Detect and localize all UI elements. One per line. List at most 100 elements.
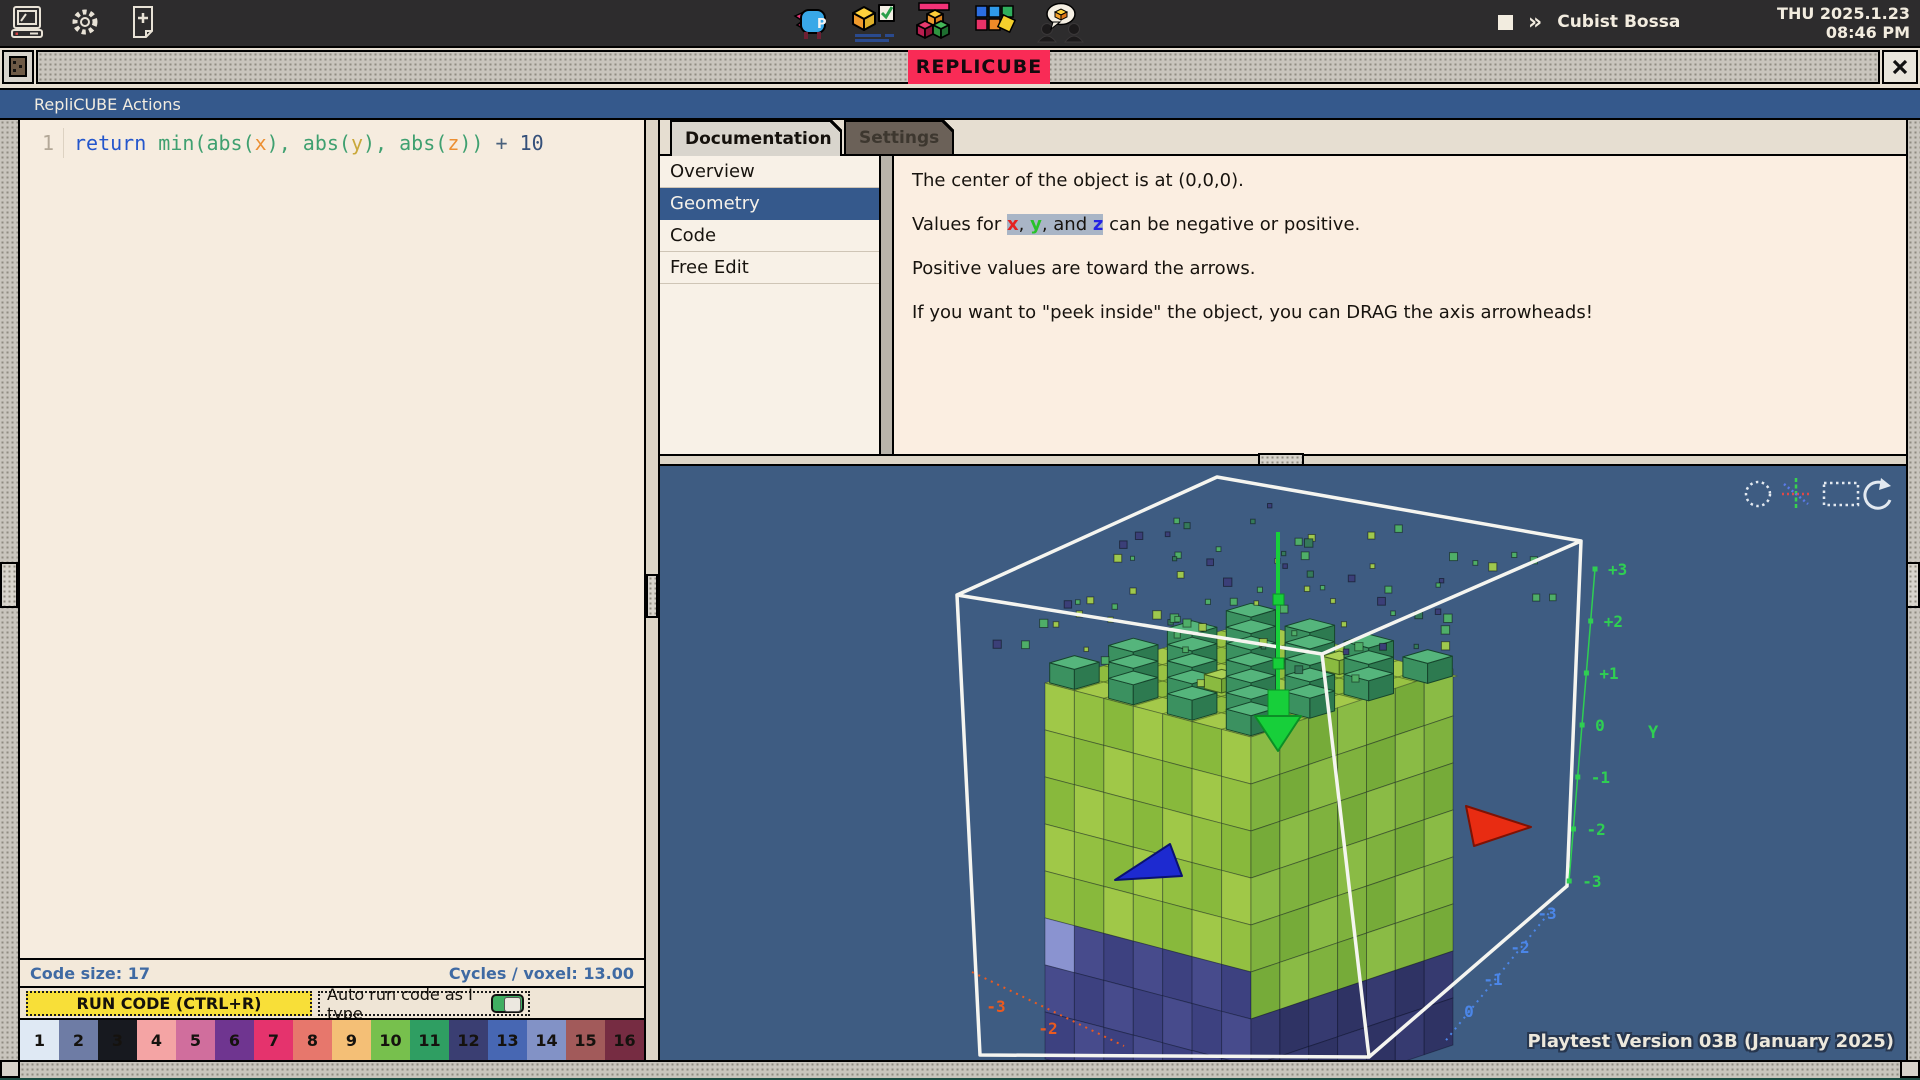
palette-swatch-5[interactable]: 5	[176, 1020, 215, 1060]
tab-settings[interactable]: Settings	[844, 120, 954, 154]
palette-swatch-15[interactable]: 15	[566, 1020, 605, 1060]
svg-text:Y: Y	[1648, 723, 1659, 743]
track-title: Cubist Bossa	[1557, 12, 1680, 32]
code-token: ))	[459, 131, 483, 155]
code-token: 10	[520, 131, 544, 155]
vertical-splitter-grip[interactable]	[646, 574, 658, 618]
run-code-button[interactable]: RUN CODE (CTRL+R)	[26, 991, 312, 1016]
doc-paragraph: The center of the object is at (0,0,0).	[912, 170, 1886, 192]
reset-view-icon[interactable]	[1865, 478, 1891, 508]
cycles-label: Cycles / voxel: 13.00	[449, 964, 634, 983]
code-token: z	[447, 131, 459, 155]
settings-gear-icon[interactable]	[68, 4, 102, 40]
svg-text:-2: -2	[1510, 938, 1529, 957]
code-line[interactable]: 1 return min(abs(x), abs(y), abs(z)) + 1…	[20, 128, 644, 158]
auto-run-group: Auto run code as I type	[318, 991, 530, 1016]
right-resize-grip[interactable]	[1906, 562, 1920, 608]
computer-icon[interactable]	[10, 4, 44, 40]
svg-text:-2: -2	[1587, 820, 1606, 839]
code-token: ), abs(	[363, 131, 447, 155]
close-button[interactable]	[1882, 50, 1918, 84]
doc-nav-free-edit[interactable]: Free Edit	[660, 252, 892, 284]
svg-text:0: 0	[1464, 1002, 1474, 1021]
svg-text:0: 0	[1595, 716, 1605, 735]
doc-nav-overview[interactable]: Overview	[660, 156, 892, 188]
next-track-icon[interactable]: »	[1528, 15, 1542, 30]
code-token: y	[351, 131, 363, 155]
clock: THU 2025.1.23 08:46 PM	[1777, 4, 1910, 42]
palette-swatch-10[interactable]: 10	[371, 1020, 410, 1060]
palette-swatch-7[interactable]: 7	[254, 1020, 293, 1060]
auto-run-toggle[interactable]	[491, 994, 524, 1013]
close-icon	[1890, 57, 1910, 77]
palette-swatch-6[interactable]: 6	[215, 1020, 254, 1060]
window-header: RepliCUBE Actions	[0, 88, 1920, 120]
doc-nav-geometry[interactable]: Geometry	[660, 188, 892, 220]
auto-run-label: Auto run code as I type	[327, 985, 483, 1023]
new-file-icon[interactable]	[126, 4, 160, 40]
replicube-window: REPLICUBE RepliCUBE Actions 1 return min…	[0, 46, 1920, 1080]
window-titlebar[interactable]: REPLICUBE	[0, 48, 1920, 88]
palette-swatch-8[interactable]: 8	[293, 1020, 332, 1060]
doc-nav-code[interactable]: Code	[660, 220, 892, 252]
color-palette: 12345678910111213141516	[20, 1018, 644, 1060]
palette-swatch-2[interactable]: 2	[59, 1020, 98, 1060]
svg-text:+2: +2	[1604, 612, 1623, 631]
music-widget: » Cubist Bossa	[1498, 12, 1680, 32]
tab-documentation[interactable]: Documentation	[670, 120, 842, 156]
doc-paragraph: Positive values are toward the arrows.	[912, 258, 1886, 280]
palette-swatch-12[interactable]: 12	[449, 1020, 488, 1060]
color-grid-icon[interactable]	[973, 2, 1019, 44]
doc-nav-scrollbar[interactable]	[879, 156, 892, 454]
svg-text:-1: -1	[1591, 768, 1610, 787]
bottom-left-grip[interactable]	[0, 1060, 20, 1078]
window-edge-bottom[interactable]	[0, 1060, 1920, 1078]
svg-text:P: P	[817, 17, 827, 32]
stop-icon[interactable]	[1498, 15, 1513, 30]
left-resize-grip[interactable]	[0, 562, 18, 608]
voxel-scene[interactable]: +3+2+10-1-2-3Y-3-2-10-3-2	[660, 466, 1906, 1060]
doc-nav-list: OverviewGeometryCodeFree Edit	[660, 156, 894, 454]
code-editor-panel[interactable]: 1 return min(abs(x), abs(y), abs(z)) + 1…	[20, 120, 646, 1060]
svg-text:+3: +3	[1608, 560, 1627, 579]
palette-swatch-9[interactable]: 9	[332, 1020, 371, 1060]
cube-check-icon[interactable]	[849, 2, 897, 44]
vertical-splitter[interactable]	[646, 120, 660, 1060]
community-icon[interactable]	[1035, 2, 1087, 44]
run-row: RUN CODE (CTRL+R) Auto run code as I typ…	[20, 986, 644, 1018]
horizontal-splitter-grip[interactable]	[1258, 453, 1304, 466]
selection-circle-icon[interactable]	[1746, 482, 1770, 506]
mailbox-icon[interactable]: P	[793, 2, 833, 44]
palette-swatch-14[interactable]: 14	[527, 1020, 566, 1060]
palette-swatch-3[interactable]: 3	[98, 1020, 137, 1060]
cube-stack-icon[interactable]	[913, 2, 957, 46]
editor-status-row: Code size: 17 Cycles / voxel: 13.00	[20, 958, 644, 986]
palette-swatch-13[interactable]: 13	[488, 1020, 527, 1060]
voxel-viewport[interactable]: +3+2+10-1-2-3Y-3-2-10-3-2 Playtest Versi…	[660, 466, 1906, 1060]
doc-paragraph: If you want to "peek inside" the object,…	[912, 302, 1886, 324]
screen: P	[0, 0, 1920, 1080]
palette-swatch-4[interactable]: 4	[137, 1020, 176, 1060]
axes-icon[interactable]	[1782, 478, 1810, 510]
doc-content: The center of the object is at (0,0,0).V…	[894, 156, 1906, 454]
svg-text:-3: -3	[1537, 904, 1556, 923]
bounds-box-icon[interactable]	[1824, 483, 1858, 505]
app-badge: REPLICUBE	[908, 50, 1050, 84]
palette-swatch-16[interactable]: 16	[605, 1020, 644, 1060]
palette-swatch-11[interactable]: 11	[410, 1020, 449, 1060]
palette-swatch-1[interactable]: 1	[20, 1020, 59, 1060]
svg-text:-1: -1	[1483, 970, 1502, 989]
bottom-right-grip[interactable]	[1900, 1060, 1920, 1078]
system-app-icons: P	[793, 2, 1087, 46]
documentation-panel: DocumentationSettings OverviewGeometryCo…	[660, 120, 1906, 454]
window-menu-button[interactable]	[2, 50, 34, 84]
system-menu-icons	[10, 4, 160, 40]
horizontal-splitter[interactable]	[660, 454, 1906, 466]
time-text: 08:46 PM	[1777, 23, 1910, 42]
window-menu-icon	[4, 52, 32, 82]
code-text[interactable]: return min(abs(x), abs(y), abs(z)) + 10	[74, 131, 544, 155]
code-token: return	[74, 131, 158, 155]
code-size-label: Code size: 17	[30, 964, 150, 983]
toggle-knob	[504, 997, 521, 1012]
date-text: THU 2025.1.23	[1777, 4, 1910, 23]
